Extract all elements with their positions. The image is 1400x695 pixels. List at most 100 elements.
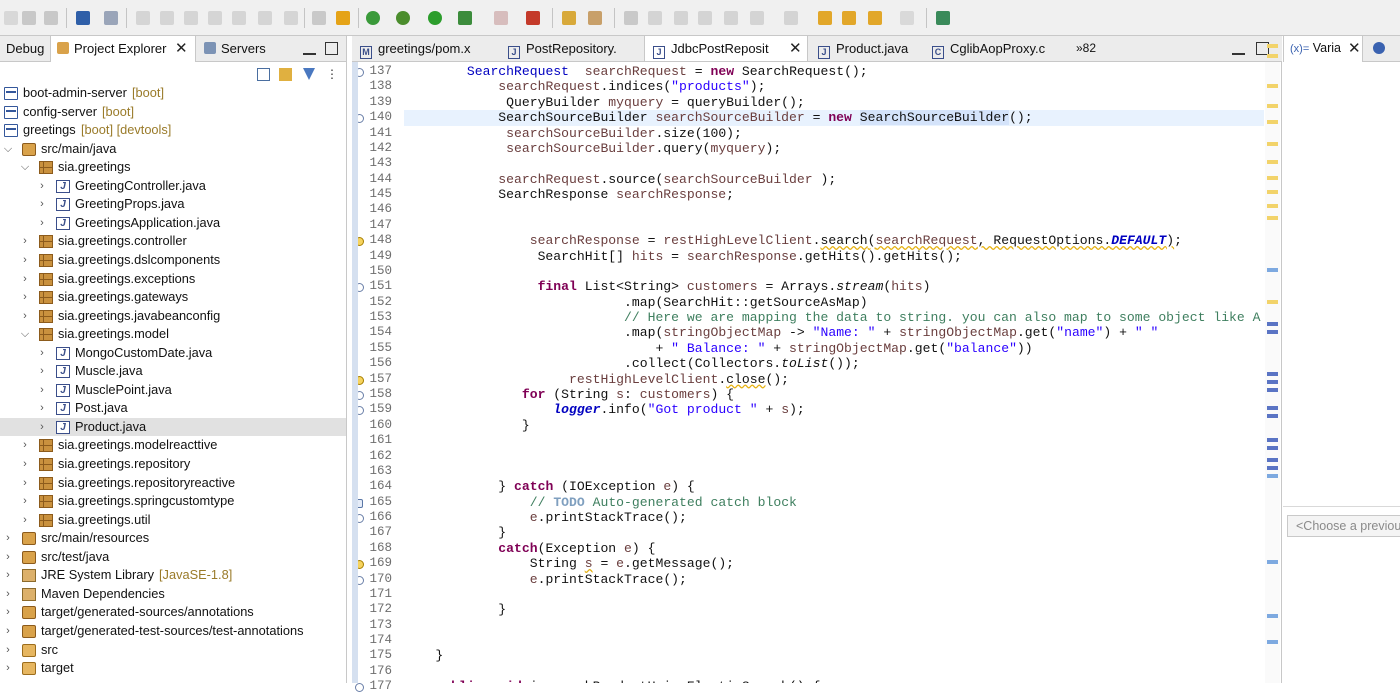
editor-tab[interactable]: J PostRepository. (500, 36, 642, 61)
overview-marker[interactable] (1267, 160, 1278, 164)
toggle-mark-occurrences-icon[interactable] (648, 11, 662, 25)
chevron-right-icon[interactable]: › (2, 529, 14, 548)
code-line[interactable]: e.printStackTrace(); (404, 572, 1264, 587)
overview-marker[interactable] (1267, 204, 1278, 208)
previous-annotation-icon[interactable] (784, 11, 798, 25)
overview-marker[interactable] (1267, 474, 1278, 478)
overview-marker[interactable] (1267, 372, 1278, 376)
chevron-right-icon[interactable]: › (2, 622, 14, 641)
save-all-icon[interactable] (44, 11, 58, 25)
chevron-right-icon[interactable]: › (19, 492, 31, 511)
tree-item[interactable]: › sia.greetings.repositoryreactive (0, 474, 346, 493)
use-step-filters-icon[interactable] (336, 11, 350, 25)
editor-tab[interactable]: C CglibAopProxy.c (924, 36, 1072, 61)
code-line[interactable] (404, 587, 1264, 602)
tree-item[interactable]: › sia.greetings.controller (0, 232, 346, 251)
tree-item[interactable]: › target/generated-sources/annotations (0, 603, 346, 622)
resume-icon[interactable] (136, 11, 150, 25)
close-icon[interactable]: ✕ (789, 36, 802, 61)
tree-item[interactable]: › sia.greetings.dslcomponents (0, 251, 346, 270)
chevron-right-icon[interactable]: › (36, 381, 48, 400)
coverage-icon[interactable] (458, 11, 472, 25)
overview-marker[interactable] (1267, 44, 1278, 48)
tree-item[interactable]: › sia.greetings.gateways (0, 288, 346, 307)
overview-marker[interactable] (1267, 458, 1278, 462)
new-icon[interactable] (4, 11, 18, 25)
overview-marker[interactable] (1267, 446, 1278, 450)
chevron-down-icon[interactable]: ⌵ (2, 140, 14, 159)
code-line[interactable]: final List<String> customers = Arrays.st… (404, 279, 1264, 294)
spring-boot-icon[interactable] (366, 11, 380, 25)
chevron-right-icon[interactable]: › (36, 177, 48, 196)
tree-item[interactable]: › J GreetingsApplication.java (0, 214, 346, 233)
terminal-icon[interactable] (76, 11, 90, 25)
code-line[interactable]: e.printStackTrace(); (404, 510, 1264, 525)
tree-item[interactable]: › Maven Dependencies (0, 585, 346, 604)
overview-marker[interactable] (1267, 438, 1278, 442)
stop-icon[interactable] (494, 11, 508, 25)
code-line[interactable] (404, 218, 1264, 233)
collapse-all-icon[interactable] (257, 68, 270, 81)
code-line[interactable]: SearchResponse searchResponse; (404, 187, 1264, 202)
code-line[interactable]: searchSourceBuilder.size(100); (404, 126, 1264, 141)
chevron-right-icon[interactable]: › (2, 659, 14, 678)
tree-item[interactable]: › JRE System Library [JavaSE-1.8] (0, 566, 346, 585)
tree-item[interactable]: › sia.greetings.modelreacttive (0, 436, 346, 455)
overview-marker[interactable] (1267, 120, 1278, 124)
disconnect-icon[interactable] (208, 11, 222, 25)
code-line[interactable]: + " Balance: " + stringObjectMap.get("ba… (404, 341, 1264, 356)
code-line[interactable]: } (404, 602, 1264, 617)
tree-item[interactable]: › sia.greetings.javabeanconfig (0, 307, 346, 326)
close-icon[interactable]: ✕ (1348, 36, 1361, 61)
step-over-icon[interactable] (258, 11, 272, 25)
overview-marker[interactable] (1267, 216, 1278, 220)
code-line[interactable]: SearchSourceBuilder searchSourceBuilder … (404, 110, 1264, 126)
code-line[interactable]: SearchRequest searchRequest = new Search… (404, 64, 1264, 79)
code-line[interactable]: } (404, 525, 1264, 540)
tab-variables[interactable]: (x)= Varia ✕ (1283, 36, 1363, 62)
more-tabs-button[interactable]: »82 (1076, 36, 1096, 61)
run-icon[interactable] (428, 11, 442, 25)
tree-item[interactable]: ⌵ sia.greetings (0, 158, 346, 177)
overview-marker[interactable] (1267, 300, 1278, 304)
chevron-right-icon[interactable]: › (36, 195, 48, 214)
overview-marker[interactable] (1267, 142, 1278, 146)
overview-marker[interactable] (1267, 54, 1278, 58)
code-line[interactable]: String s = e.getMessage(); (404, 556, 1264, 571)
chevron-right-icon[interactable]: › (36, 344, 48, 363)
code-line[interactable] (404, 202, 1264, 217)
tab-servers[interactable]: Servers (198, 36, 298, 62)
chevron-right-icon[interactable]: › (36, 418, 48, 437)
code-line[interactable] (404, 433, 1264, 448)
code-line[interactable] (404, 464, 1264, 479)
overview-marker[interactable] (1267, 414, 1278, 418)
tree-item[interactable]: ⌵ src/main/java (0, 140, 346, 159)
chevron-right-icon[interactable]: › (19, 474, 31, 493)
minimize-icon[interactable] (303, 42, 316, 55)
chevron-down-icon[interactable]: ⌵ (19, 325, 31, 344)
forward-icon[interactable] (868, 11, 882, 25)
code-line[interactable]: // TODO Auto-generated catch block (404, 495, 1264, 510)
overview-marker[interactable] (1267, 560, 1278, 564)
code-line[interactable]: .collect(Collectors.toList()); (404, 356, 1264, 371)
tab-project-explorer[interactable]: Project Explorer ✕ (50, 36, 196, 62)
overview-marker[interactable] (1267, 268, 1278, 272)
tree-item[interactable]: greetings [boot] [devtools] (0, 121, 346, 140)
overview-marker[interactable] (1267, 640, 1278, 644)
chevron-right-icon[interactable]: › (36, 399, 48, 418)
code-line[interactable]: .map(stringObjectMap -> "Name: " + strin… (404, 325, 1264, 340)
choose-previous-dropdown[interactable]: <Choose a previou (1287, 515, 1400, 537)
code-line[interactable]: searchRequest.indices("products"); (404, 79, 1264, 94)
tree-item[interactable]: boot-admin-server [boot] (0, 84, 346, 103)
overview-marker[interactable] (1267, 614, 1278, 618)
link-editor-icon[interactable] (279, 68, 292, 81)
chevron-right-icon[interactable]: › (2, 585, 14, 604)
code-line[interactable]: for (String s: customers) { (404, 387, 1264, 402)
code-line[interactable]: restHighLevelClient.close(); (404, 372, 1264, 387)
chevron-right-icon[interactable]: › (19, 251, 31, 270)
editor-tab[interactable]: Mgreetings/pom.x (352, 36, 498, 61)
chevron-right-icon[interactable]: › (2, 548, 14, 567)
tree-item[interactable]: › sia.greetings.springcustomtype (0, 492, 346, 511)
save-icon[interactable] (22, 11, 36, 25)
code-line[interactable]: logger.info("Got product " + s); (404, 402, 1264, 417)
